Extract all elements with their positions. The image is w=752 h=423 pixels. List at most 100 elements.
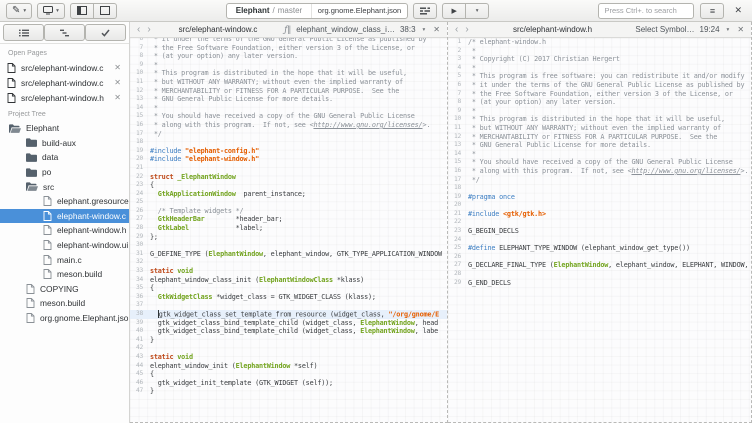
line-number: 24 [448,236,468,245]
code-text: * GNU General Public License for more de… [468,141,751,150]
open-pages-view-button[interactable] [3,24,44,41]
sidebar-toolbar [0,22,129,44]
close-page-button[interactable]: ✕ [113,78,122,87]
line-number: 23 [130,181,150,190]
symbol-selector[interactable]: elephant_window_class_i… [296,25,395,34]
toggle-bottom-panel-button[interactable] [93,3,117,19]
run-button[interactable]: ▶ [442,3,466,19]
editor-file-title[interactable]: src/elephant-window.c [179,25,258,34]
line-number: 4 [448,64,468,73]
open-page-item[interactable]: src/elephant-window.c✕ [0,60,129,75]
tree-item-label: meson.build [40,298,85,308]
nav-forward-icon[interactable]: › [464,25,469,35]
tree-item[interactable]: build-aux [0,136,129,151]
device-selector-button[interactable]: ▾ [37,3,65,19]
perspective-selector-button[interactable]: ✎ ▾ [6,3,32,19]
code-text: * GNU General Public License for more de… [150,95,447,104]
gnome-builder-window: ✎ ▾ ▾ [0,0,752,423]
tree-item[interactable]: elephant-window.c [0,209,129,224]
window-close-button[interactable]: ✕ [730,5,746,16]
line-number: 20 [130,155,150,164]
device-icon [43,6,53,15]
nav-back-icon[interactable]: ‹ [136,25,141,35]
tree-item[interactable]: meson.build [0,267,129,282]
todo-view-button[interactable] [85,24,126,41]
cursor-position: 38:3 [400,25,416,34]
code-text: gtk_widget_class_set_template_from_resou… [150,310,447,319]
file-icon [43,269,52,279]
line-number: 9 [130,61,150,70]
run-options-button[interactable]: ▾ [465,3,489,19]
tree-item[interactable]: COPYING [0,282,129,297]
line-number: 10 [130,69,150,78]
code-text [150,344,447,353]
tree-item-label: elephant-window.c [57,211,126,221]
tree-item[interactable]: main.c [0,252,129,267]
code-text: #include "elephant-window.h" [150,155,447,164]
build-preferences-button[interactable] [413,3,437,19]
editor-header: ‹ › src/elephant-window.c ƒ‖ elephant_wi… [130,22,447,38]
code-text: { [150,284,447,293]
tree-item[interactable]: meson.build [0,296,129,311]
search-input[interactable] [598,3,694,19]
tree-item[interactable]: src [0,179,129,194]
code-editor-area[interactable]: 1/* elephant-window.h2 *3 * Copyright (C… [448,38,751,422]
line-number: 35 [130,284,150,293]
open-page-item[interactable]: src/elephant-window.c✕ [0,75,129,90]
omnibar[interactable]: Elephant / master org.gnome.Elephant.jso… [226,3,408,19]
code-line: 9 * [448,107,751,116]
project-name: Elephant [236,6,270,15]
code-text: elephant_window_class_init (ElephantWind… [150,276,447,285]
line-number: 25 [130,198,150,207]
chevron-down-icon: ▾ [476,8,479,14]
line-number: 39 [130,319,150,328]
file-icon [43,225,52,235]
file-icon [7,63,16,73]
folder-icon [26,168,37,177]
line-number: 37 [130,301,150,310]
code-text [150,258,447,267]
symbol-selector[interactable]: Select Symbol… [635,25,694,34]
project-tree-view-button[interactable] [44,24,85,41]
project-tree-section-label: Project Tree [0,105,129,121]
app-menu-button[interactable]: ≡ [700,3,724,19]
tree-item[interactable]: elephant-window.ui [0,238,129,253]
chevron-down-icon[interactable]: ▾ [421,27,428,33]
close-page-button[interactable]: ✕ [113,63,122,72]
line-number: 7 [130,44,150,53]
line-number: 19 [448,193,468,202]
code-line: 15 * You should have received a copy of … [130,112,447,121]
tree-item[interactable]: po [0,165,129,180]
open-page-item[interactable]: src/elephant-window.h✕ [0,90,129,105]
nav-back-icon[interactable]: ‹ [454,25,459,35]
nav-forward-icon[interactable]: › [146,25,151,35]
chevron-down-icon[interactable]: ▾ [725,27,732,33]
close-page-button[interactable]: ✕ [113,93,122,102]
toggle-left-panel-button[interactable] [70,3,94,19]
code-line: 7 * the Free Software Foundation, either… [130,44,447,53]
code-line: 29G_END_DECLS [448,279,751,288]
editor-file-title[interactable]: src/elephant-window.h [513,25,592,34]
line-number: 15 [130,112,150,121]
code-text [468,253,751,262]
code-line: 43static void [130,353,447,362]
code-line: 28 [448,270,751,279]
file-icon [7,78,16,88]
code-editor-area[interactable]: 6 * it under the terms of the GNU Genera… [130,38,447,422]
tree-item[interactable]: elephant.gresource.xml [0,194,129,209]
line-number: 28 [448,270,468,279]
tree-item[interactable]: org.gnome.Elephant.json [0,311,129,326]
line-number: 29 [448,279,468,288]
code-text: * [150,104,447,113]
tree-item[interactable]: elephant-window.h [0,223,129,238]
line-number: 18 [130,138,150,147]
code-line: 13 * GNU General Public License for more… [448,141,751,150]
file-icon [26,313,35,323]
editor-header: ‹ › src/elephant-window.h Select Symbol…… [448,22,751,38]
code-text [150,198,447,207]
close-editor-button[interactable]: ✕ [736,25,745,34]
tree-item[interactable]: Elephant [0,121,129,136]
tree-item[interactable]: data [0,150,129,165]
close-editor-button[interactable]: ✕ [432,25,441,34]
project-tree: Elephantbuild-auxdataposrcelephant.greso… [0,121,129,325]
